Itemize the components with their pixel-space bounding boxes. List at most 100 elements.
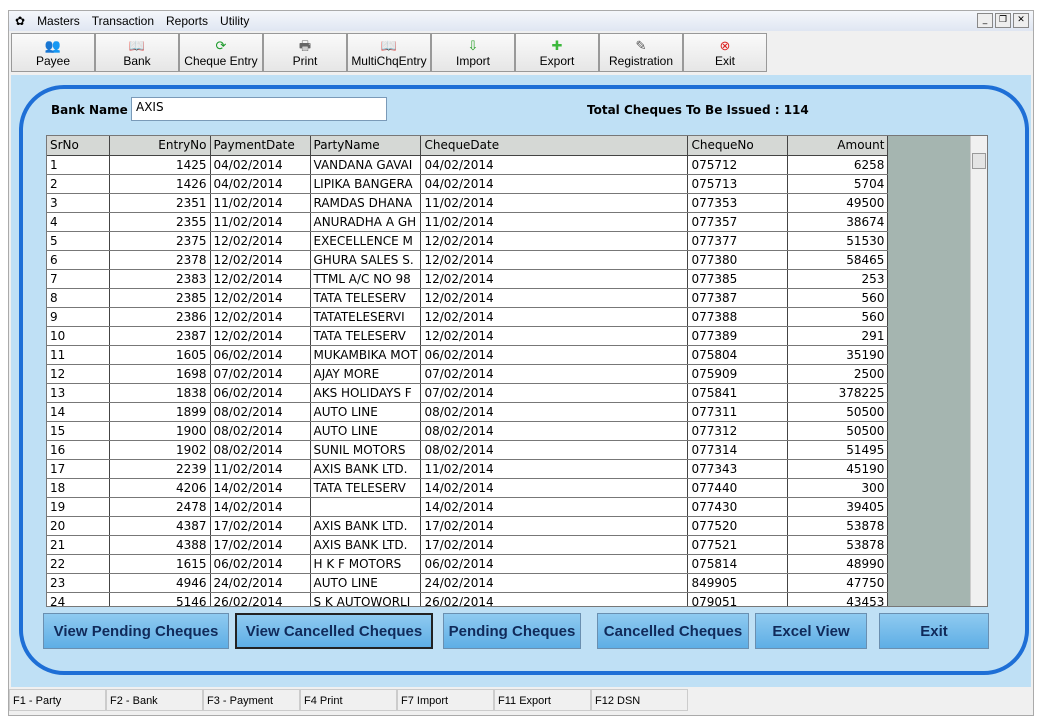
cell-chequedate: 12/02/2014 (420, 307, 689, 327)
table-row[interactable]: 5 2375 12/02/2014 EXECELLENCE M 12/02/2014 07… (47, 231, 889, 251)
cell-entryno: 4946 (109, 573, 211, 593)
table-row[interactable]: 14 1899 08/02/2014 AUTO LINE 08/02/2014 07731… (47, 402, 889, 422)
cell-partyname: EXECELLENCE M (310, 231, 422, 251)
toolbar-payee-button[interactable]: 👥 Payee (11, 33, 95, 72)
table-row[interactable]: 21 4388 17/02/2014 AXIS BANK LTD. 17/02/2014… (47, 535, 889, 555)
cell-amount: 47750 (787, 573, 889, 593)
cell-amount: 378225 (787, 383, 889, 403)
cell-chequeno: 077389 (687, 326, 789, 346)
menu-masters[interactable]: Masters (31, 14, 86, 28)
table-row[interactable]: 6 2378 12/02/2014 GHURA SALES S. 12/02/2014 0… (47, 250, 889, 270)
column-header-chequeno[interactable]: ChequeNo (687, 136, 789, 156)
view-cancelled-cheques-button[interactable]: View Cancelled Cheques (235, 613, 433, 649)
cell-amount: 5704 (787, 174, 889, 194)
cell-entryno: 1900 (109, 421, 211, 441)
toolbar-registration-button[interactable]: ✎ Registration (599, 33, 683, 72)
cell-partyname: AXIS BANK LTD. (310, 459, 422, 479)
table-row[interactable]: 13 1838 06/02/2014 AKS HOLIDAYS F 07/02/2014… (47, 383, 889, 403)
table-row[interactable]: 15 1900 08/02/2014 AUTO LINE 08/02/2014 07731… (47, 421, 889, 441)
cell-entryno: 1899 (109, 402, 211, 422)
column-header-amount[interactable]: Amount (787, 136, 889, 156)
table-row[interactable]: 7 2383 12/02/2014 TTML A/C NO 98 12/02/2014 0… (47, 269, 889, 289)
cell-amount: 560 (787, 307, 889, 327)
cell-paymentdate: 06/02/2014 (210, 554, 311, 574)
scroll-thumb[interactable] (972, 153, 986, 169)
table-row[interactable]: 17 2239 11/02/2014 AXIS BANK LTD. 11/02/2014… (47, 459, 889, 479)
cell-amount: 49500 (787, 193, 889, 213)
cell-srno: 6 (47, 250, 110, 270)
cell-paymentdate: 08/02/2014 (210, 402, 311, 422)
table-row[interactable]: 20 4387 17/02/2014 AXIS BANK LTD. 17/02/2014… (47, 516, 889, 536)
table-row[interactable]: 10 2387 12/02/2014 TATA TELESERV 12/02/2014 0… (47, 326, 889, 346)
cell-chequedate: 06/02/2014 (420, 345, 689, 365)
cell-partyname: VANDANA GAVAI (310, 155, 422, 175)
table-row[interactable]: 12 1698 07/02/2014 AJAY MORE 07/02/2014 07590… (47, 364, 889, 384)
close-button[interactable]: ✕ (1013, 13, 1029, 28)
toolbar-label: Registration (608, 53, 674, 68)
menu-transaction[interactable]: Transaction (86, 14, 160, 28)
table-row[interactable]: 11 1605 06/02/2014 MUKAMBIKA MOT 06/02/2014 0… (47, 345, 889, 365)
exit-button[interactable]: Exit (879, 613, 989, 649)
status-panel: F7 Import (397, 689, 494, 711)
cell-chequedate: 12/02/2014 (420, 288, 689, 308)
menu-utility[interactable]: Utility (214, 14, 255, 28)
table-row[interactable]: 9 2386 12/02/2014 TATATELESERVI 12/02/2014 07… (47, 307, 889, 327)
toolbar-import-button[interactable]: ⇩ Import (431, 33, 515, 72)
cell-chequedate: 07/02/2014 (420, 383, 689, 403)
cell-partyname: AKS HOLIDAYS F (310, 383, 422, 403)
table-row[interactable]: 22 1615 06/02/2014 H K F MOTORS 06/02/2014 07… (47, 554, 889, 574)
toolbar-multichqentry-button[interactable]: 📖 MultiChqEntry (347, 33, 431, 72)
cell-amount: 300 (787, 478, 889, 498)
cell-chequeno: 077357 (687, 212, 789, 232)
table-row[interactable]: 23 4946 24/02/2014 AUTO LINE 24/02/2014 84990… (47, 573, 889, 593)
cell-entryno: 2351 (109, 193, 211, 213)
printer-icon: 🖶 (298, 37, 312, 53)
table-row[interactable]: 19 2478 14/02/2014 14/02/2014 077430 39405 (47, 497, 889, 517)
minimize-button[interactable]: _ (977, 13, 993, 28)
cell-chequeno: 075804 (687, 345, 789, 365)
cell-amount: 45190 (787, 459, 889, 479)
cell-amount: 51495 (787, 440, 889, 460)
cell-paymentdate: 06/02/2014 (210, 345, 311, 365)
cell-paymentdate: 04/02/2014 (210, 174, 311, 194)
table-row[interactable]: 1 1425 04/02/2014 VANDANA GAVAI 04/02/2014 07… (47, 155, 889, 175)
column-header-partyname[interactable]: PartyName (310, 136, 422, 156)
column-header-chequedate[interactable]: ChequeDate (420, 136, 689, 156)
cell-chequeno: 077380 (687, 250, 789, 270)
toolbar-exit-button[interactable]: ⊗ Exit (683, 33, 767, 72)
cell-paymentdate: 12/02/2014 (210, 288, 311, 308)
cell-chequeno: 077521 (687, 535, 789, 555)
toolbar-cheque-entry-button[interactable]: ⟳ Cheque Entry (179, 33, 263, 72)
toolbar-bank-button[interactable]: 📖 Bank (95, 33, 179, 72)
vertical-scrollbar[interactable] (970, 136, 987, 606)
table-row[interactable]: 8 2385 12/02/2014 TATA TELESERV 12/02/2014 07… (47, 288, 889, 308)
table-row[interactable]: 16 1902 08/02/2014 SUNIL MOTORS 08/02/2014 07… (47, 440, 889, 460)
cell-chequedate: 12/02/2014 (420, 326, 689, 346)
cancelled-cheques-button[interactable]: Cancelled Cheques (597, 613, 749, 649)
toolbar-export-button[interactable]: ✚ Export (515, 33, 599, 72)
view-pending-cheques-button[interactable]: View Pending Cheques (43, 613, 229, 649)
column-header-paymentdate[interactable]: PaymentDate (210, 136, 311, 156)
cell-entryno: 2355 (109, 212, 211, 232)
excel-view-button[interactable]: Excel View (755, 613, 867, 649)
column-header-entryno[interactable]: EntryNo (109, 136, 211, 156)
cell-partyname: AUTO LINE (310, 421, 422, 441)
cell-srno: 5 (47, 231, 110, 251)
table-row[interactable]: 2 1426 04/02/2014 LIPIKA BANGERA 04/02/2014 0… (47, 174, 889, 194)
table-row[interactable]: 18 4206 14/02/2014 TATA TELESERV 14/02/2014 0… (47, 478, 889, 498)
table-row[interactable]: 4 2355 11/02/2014 ANURADHA A GH 11/02/2014 07… (47, 212, 889, 232)
cell-chequeno: 079051 (687, 592, 789, 606)
toolbar-print-button[interactable]: 🖶 Print (263, 33, 347, 72)
menu-reports[interactable]: Reports (160, 14, 214, 28)
restore-button[interactable]: ❐ (995, 13, 1011, 28)
column-header-srno[interactable]: SrNo (47, 136, 110, 156)
cell-paymentdate: 08/02/2014 (210, 440, 311, 460)
bank-name-input[interactable]: AXIS (131, 97, 387, 121)
table-row[interactable]: 3 2351 11/02/2014 RAMDAS DHANA 11/02/2014 077… (47, 193, 889, 213)
cell-chequedate: 14/02/2014 (420, 478, 689, 498)
table-row[interactable]: 24 5146 26/02/2014 S K AUTOWORLI 26/02/2014 0… (47, 592, 889, 606)
cell-entryno: 4387 (109, 516, 211, 536)
pending-cheques-button[interactable]: Pending Cheques (443, 613, 581, 649)
cell-chequedate: 26/02/2014 (420, 592, 689, 606)
cell-amount: 48990 (787, 554, 889, 574)
